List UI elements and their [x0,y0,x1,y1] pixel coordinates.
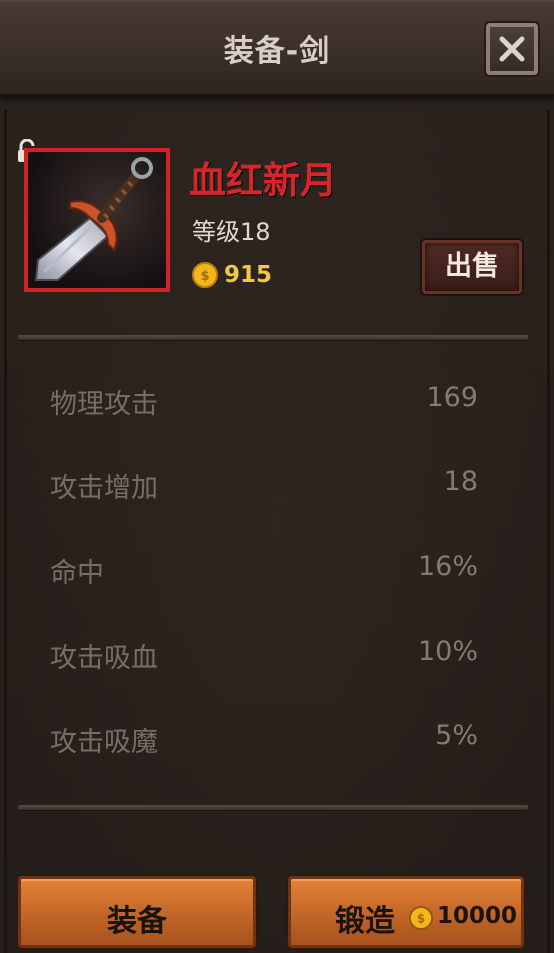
sell-button[interactable]: 出售 [422,240,522,294]
stat-label: 命中 [50,558,104,589]
close-icon [499,36,525,62]
stat-value: 169 [426,382,478,413]
coin-icon: $ [192,262,218,288]
stat-row: 攻击吸血 10% [0,636,554,676]
item-price: 915 [224,262,273,288]
forge-cost: 10000 [437,903,518,929]
svg-text:$: $ [417,912,425,926]
page-title: 装备-剑 [223,34,331,69]
stat-row: 攻击吸魔 5% [0,720,554,760]
sword-icon [34,157,153,281]
stat-label: 攻击吸魔 [50,727,158,758]
stat-value: 10% [417,636,478,667]
header-bar: 装备-剑 [0,0,554,97]
equip-button[interactable]: 装备 [18,876,256,948]
equip-button-label: 装备 [107,904,167,939]
close-button[interactable] [486,23,538,75]
stat-row: 物理攻击 169 [0,382,554,422]
stat-value: 18 [443,466,478,497]
stat-label: 物理攻击 [50,389,158,420]
stat-row: 命中 16% [0,551,554,591]
stat-value: 16% [417,551,478,582]
stat-label: 攻击吸血 [50,643,158,674]
equipment-panel: 装备-剑 血红新月 等级18 $ 915 出售 物理攻击 169 攻击增加 18… [0,0,554,953]
stat-value: 5% [435,720,478,751]
stat-label: 攻击增加 [50,473,158,504]
divider-top [18,335,528,340]
forge-button[interactable]: 锻造 $ 10000 [288,876,524,948]
coin-icon: $ [409,906,433,930]
svg-text:$: $ [200,269,209,284]
divider-bottom [18,805,528,810]
stat-row: 攻击增加 18 [0,466,554,506]
item-name: 血红新月 [189,159,337,202]
item-level: 等级18 [192,218,271,246]
forge-button-label: 锻造 [335,904,395,939]
item-slot[interactable] [24,148,170,292]
